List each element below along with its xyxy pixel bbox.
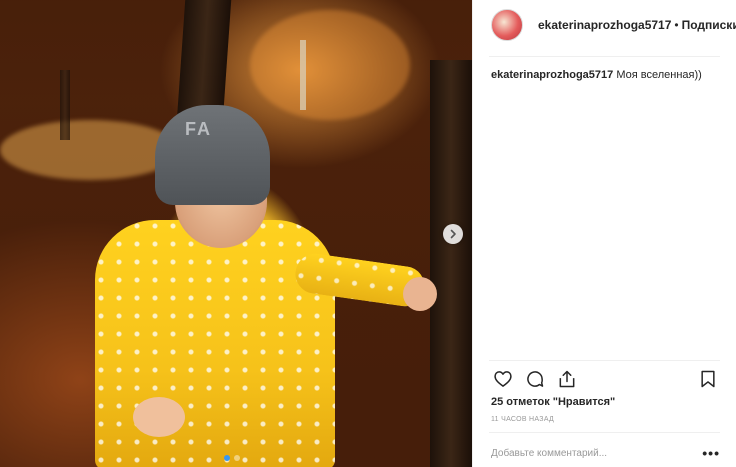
comment-icon [527,371,544,387]
more-options-button[interactable]: ••• [702,445,720,461]
avatar[interactable] [491,9,523,41]
bookmark-icon [701,370,715,388]
post-dialog: FA ekaterinaprozhoga5717 • Подписки ekat… [0,0,736,467]
heart-icon [494,371,512,387]
post-timestamp[interactable]: 11 часов назад [491,416,554,423]
child-hand [403,277,437,311]
child-figure: FA [95,105,437,467]
post-header: ekaterinaprozhoga5717 • Подписки [491,8,736,42]
share-button[interactable] [555,367,579,391]
tree-trunk [300,40,306,110]
following-button[interactable]: Подписки [682,18,736,32]
post-photo[interactable]: FA [0,0,472,467]
grey-hat: FA [155,105,270,205]
carousel-dot [234,455,240,461]
chevron-right-icon [450,229,456,239]
child-hand [133,397,185,437]
divider [489,56,720,57]
post-caption: ekaterinaprozhoga5717 Моя вселенная)) [491,68,702,82]
username-link[interactable]: ekaterinaprozhoga5717 [538,18,671,32]
next-photo-button[interactable] [443,224,463,244]
carousel-dot [224,455,230,461]
share-icon [559,370,575,388]
divider [489,432,720,433]
sunlight-glow [250,10,410,120]
caption-text: Моя вселенная)) [616,69,702,81]
caption-username-link[interactable]: ekaterinaprozhoga5717 [491,69,613,81]
like-count[interactable]: 25 отметок "Нравится" [491,396,615,408]
tree-trunk [430,60,472,467]
divider [489,360,720,361]
save-button[interactable] [696,367,720,391]
hat-lettering: FA [185,119,213,139]
comment-button[interactable] [523,367,547,391]
comment-box: ••• [491,443,720,463]
separator-dot: • [674,18,679,32]
yellow-jacket [95,220,335,467]
like-button[interactable] [491,367,515,391]
comment-input[interactable] [491,447,703,459]
action-bar [491,366,720,392]
carousel-indicator [224,455,240,461]
post-sidebar: ekaterinaprozhoga5717 • Подписки ekateri… [472,0,736,467]
tree-trunk [60,70,70,140]
